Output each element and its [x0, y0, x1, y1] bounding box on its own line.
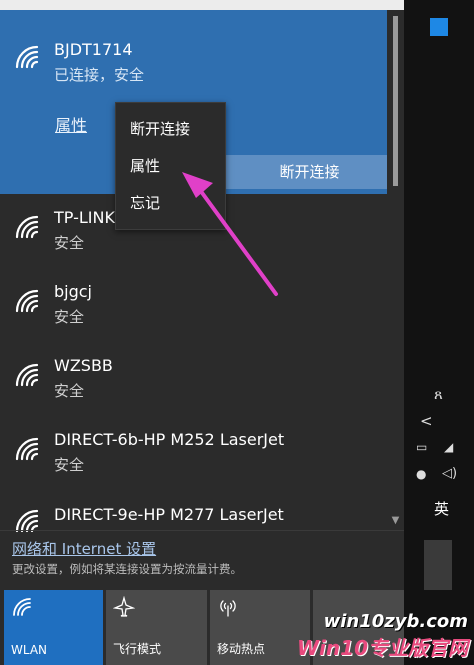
annotation-arrow [182, 172, 278, 296]
wifi-tray-icon[interactable]: ◢ [444, 440, 453, 454]
watermark-brand: Win10专业版官网 [297, 636, 468, 660]
input-method-indicator[interactable]: 英 [434, 498, 449, 519]
watermark-url: win10zyb.com [323, 611, 468, 632]
people-icon[interactable]: ጸ [434, 385, 443, 403]
watermark: win10zyb.com Win10专业版官网 [297, 611, 468, 661]
qq-icon[interactable]: ● [416, 467, 426, 481]
battery-icon[interactable]: ▭ [416, 440, 427, 454]
chevron-left-icon[interactable]: < [420, 412, 433, 430]
taskbar: ጸ < ▭ ◢ ● ◁) 英 [404, 0, 474, 665]
blurred-area [424, 540, 452, 590]
volume-icon[interactable]: ◁) [442, 466, 457, 481]
app-tile-icon[interactable] [430, 18, 448, 36]
